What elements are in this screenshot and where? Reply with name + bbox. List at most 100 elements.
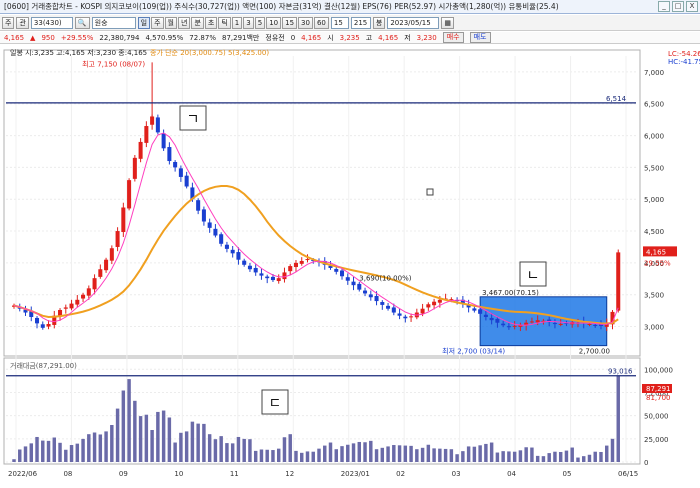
trade-amount: 87,291백만 — [222, 33, 260, 42]
candle-body — [270, 276, 275, 281]
candle-body — [397, 313, 402, 316]
time-tick-label: 11 — [230, 470, 239, 478]
candle-body — [409, 316, 414, 318]
volume-tick-label: 50,000 — [644, 413, 669, 421]
ma-legend: 종가 단순 20(3,000.75) 5(3,425.00) — [150, 48, 269, 57]
maximize-button[interactable]: □ — [672, 1, 684, 12]
volume-tick-label: 0 — [644, 459, 648, 467]
high-label: 고 — [365, 33, 373, 42]
view-count-input[interactable]: 215 — [350, 16, 371, 29]
candle-body — [196, 200, 201, 211]
price-repeat: 4,165 — [301, 33, 322, 42]
minimize-button[interactable]: _ — [658, 1, 670, 12]
volume-bar — [265, 449, 269, 462]
candle-body — [247, 265, 252, 270]
calendar-icon[interactable]: ▦ — [441, 16, 454, 29]
search-button[interactable]: 🔍 — [74, 16, 90, 29]
candle-body — [173, 161, 178, 168]
volume-bar — [104, 431, 108, 462]
period-button[interactable]: 일 — [137, 16, 151, 29]
period-button[interactable]: 1 — [231, 16, 243, 29]
period-button[interactable]: 틱 — [218, 16, 231, 29]
candle-body — [224, 244, 229, 249]
volume-bar — [605, 445, 609, 462]
stock-code-input[interactable]: 33(430) — [30, 16, 73, 29]
volume-bar — [478, 445, 482, 462]
price-tick-label: 6,500 — [644, 101, 664, 109]
annotation-letter-c: ㄷ — [269, 396, 282, 412]
volume-bar — [564, 450, 569, 462]
volume-bar — [472, 446, 477, 462]
candle-body — [340, 270, 345, 277]
volume-bar — [495, 452, 500, 462]
period-button[interactable]: 주 — [151, 16, 164, 29]
chart-area[interactable]: 3,000 3,500 4,000 4,500 5,000 5,500 6,000 6,500… — [0, 44, 700, 486]
stock-chart[interactable]: 3,0003,5004,0004,5005,0005,5006,0006,500… — [0, 44, 700, 486]
volume-bar — [323, 445, 327, 462]
period-button[interactable]: 분 — [191, 16, 204, 29]
volume-legend: 거래대금(87,291.00) — [10, 361, 77, 370]
period-button[interactable]: 60 — [313, 16, 329, 29]
box-top-annotation: 3,467.00(70.15) — [482, 289, 539, 297]
price-tag-text: 4,165 — [646, 248, 666, 256]
date-input[interactable]: 2023/05/15 — [387, 16, 440, 29]
candle-body — [357, 283, 362, 290]
candle-body — [587, 323, 592, 325]
code-type-button[interactable]: 주 — [2, 16, 15, 29]
close-button[interactable]: X — [686, 1, 698, 12]
candle-body — [63, 307, 68, 309]
price-tick-label: 7,000 — [644, 69, 664, 77]
period-button[interactable]: 10 — [266, 16, 282, 29]
low-label: 저 — [404, 33, 411, 42]
candle-body — [155, 117, 160, 133]
volume-bar — [144, 414, 149, 462]
candle-body — [144, 126, 149, 143]
time-tick-label: 05 — [563, 470, 572, 478]
stock-name-field[interactable]: 원숭 — [91, 16, 136, 29]
candle-body — [535, 320, 540, 323]
candle-body — [207, 222, 212, 228]
candle-body — [437, 299, 442, 303]
count-input[interactable]: 15 — [330, 16, 349, 29]
candle-body — [150, 116, 155, 125]
sell-button[interactable]: 매도 — [469, 32, 491, 43]
volume-bar — [288, 434, 292, 462]
volume-bar — [599, 451, 603, 462]
volume-bar — [524, 447, 528, 462]
volume-bar — [616, 375, 620, 462]
candle-body — [161, 133, 166, 149]
candle-body — [529, 321, 534, 323]
volume-bar — [317, 448, 321, 462]
period-button[interactable]: 15 — [282, 16, 298, 29]
volume-bar — [127, 379, 131, 462]
chart-toolbar: 주 관 33(430) 🔍 원숭 일 주 월 년 분 초 틱 1 3 5 10 15 30 60 15 2… — [0, 15, 700, 31]
volume-bar — [75, 443, 80, 462]
candle-body — [368, 294, 373, 298]
volume-hline-value: 93,016 — [608, 368, 633, 376]
view-unit-label: 봉 — [372, 16, 386, 29]
open-label: 시 — [327, 33, 334, 42]
candle-body — [391, 307, 396, 313]
volume-bar — [570, 447, 574, 462]
volume-bar — [386, 446, 390, 462]
period-button[interactable]: 년 — [177, 16, 191, 29]
volume-bar — [294, 450, 298, 462]
candle-body — [426, 304, 431, 308]
volume-bar — [501, 451, 505, 462]
period-button[interactable]: 3 — [243, 16, 254, 29]
period-button[interactable]: 30 — [298, 16, 313, 29]
candle-body — [167, 147, 172, 162]
period-button[interactable]: 월 — [164, 16, 177, 29]
period-button[interactable]: 5 — [254, 16, 266, 29]
buy-button[interactable]: 매수 — [442, 32, 464, 43]
candle-body — [478, 309, 483, 314]
drag-handle[interactable] — [426, 188, 434, 196]
candle-body — [334, 268, 339, 272]
volume-bar — [87, 434, 91, 462]
period-button[interactable]: 초 — [204, 16, 218, 29]
candle-body — [506, 326, 511, 328]
market-type-button[interactable]: 관 — [16, 16, 29, 29]
time-tick-label: 2023/01 — [341, 470, 370, 478]
prev-volume-ratio: 4,570.95% — [145, 33, 184, 42]
window-titlebar: [0600] 거래종합차트 - KOSPI 의지코보이(109(업)) 주식수(… — [0, 0, 700, 14]
